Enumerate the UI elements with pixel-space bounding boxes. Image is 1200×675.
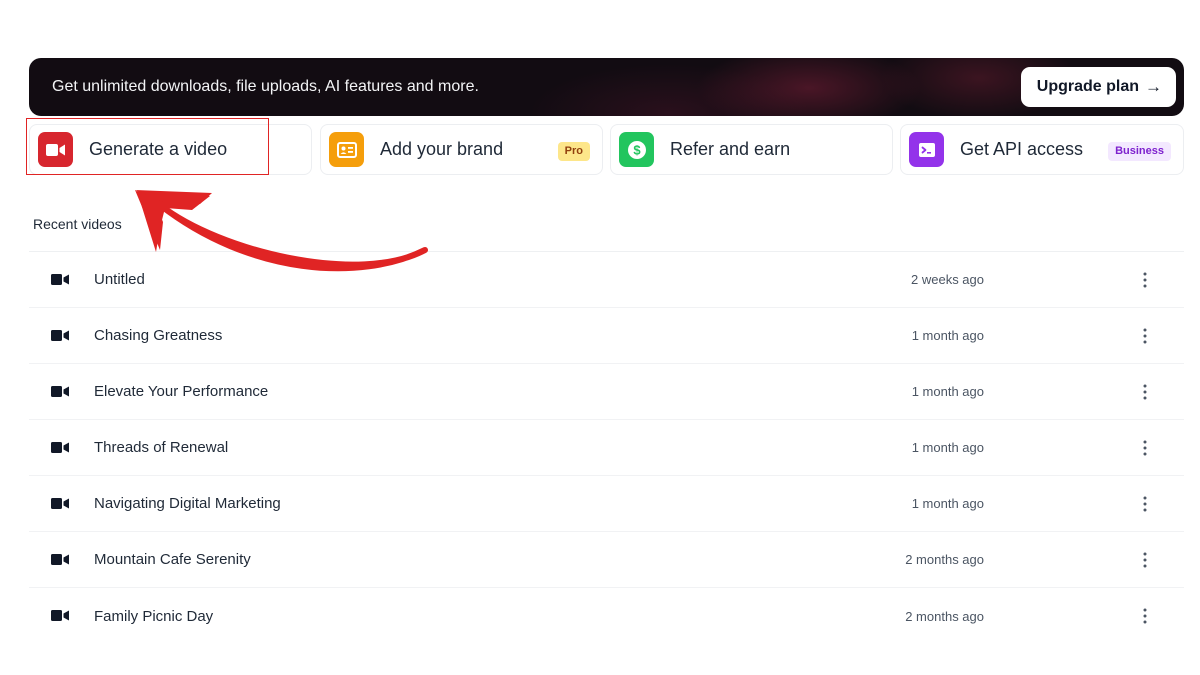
page: Get unlimited downloads, file uploads, A… <box>0 0 1200 675</box>
banner-text: Get unlimited downloads, file uploads, A… <box>52 78 479 95</box>
list-item[interactable]: Mountain Cafe Serenity 2 months ago <box>29 532 1184 588</box>
video-camera-icon <box>51 330 69 341</box>
refer-earn-label: Refer and earn <box>670 139 791 159</box>
upgrade-banner: Get unlimited downloads, file uploads, A… <box>29 58 1184 116</box>
id-card-icon <box>329 132 364 167</box>
video-camera-icon <box>51 610 69 621</box>
video-title: Family Picnic Day <box>94 607 214 625</box>
video-camera-icon <box>51 274 69 285</box>
video-camera-icon <box>51 554 69 565</box>
video-time: 1 month ago <box>911 440 984 455</box>
terminal-icon <box>909 132 944 167</box>
quick-actions: Generate a video Add your brand Pro $ Re… <box>29 124 1184 175</box>
video-title: Untitled <box>94 271 145 288</box>
svg-text:$: $ <box>633 142 641 157</box>
refer-earn-card[interactable]: $ Refer and earn <box>610 124 893 175</box>
list-item[interactable]: Elevate Your Performance 1 month ago <box>29 364 1184 420</box>
more-options-icon[interactable] <box>1134 545 1156 575</box>
more-options-icon[interactable] <box>1134 265 1156 295</box>
list-item[interactable]: Family Picnic Day 2 months ago <box>29 588 1184 644</box>
add-brand-label: Add your brand <box>380 139 504 159</box>
video-title: Elevate Your Performance <box>94 383 269 400</box>
video-time: 2 months ago <box>905 552 984 567</box>
video-time: 1 month ago <box>911 384 984 399</box>
more-options-icon[interactable] <box>1134 433 1156 463</box>
video-camera-icon <box>38 132 73 167</box>
generate-video-card[interactable]: Generate a video <box>29 124 312 175</box>
video-title: Threads of Renewal <box>94 439 229 456</box>
more-options-icon[interactable] <box>1134 377 1156 407</box>
video-time: 1 month ago <box>911 328 984 343</box>
recent-videos-list: Untitled 2 weeks ago Chasing Greatness 1… <box>29 252 1184 644</box>
upgrade-plan-label: Upgrade plan <box>1036 78 1139 95</box>
video-title: Mountain Cafe Serenity <box>94 551 251 568</box>
more-options-icon[interactable] <box>1134 489 1156 519</box>
list-item[interactable]: Navigating Digital Marketing 1 month ago <box>29 476 1184 532</box>
upgrade-plan-button[interactable]: Upgrade plan → <box>1020 67 1176 107</box>
api-access-label: Get API access <box>960 139 1084 159</box>
video-time: 2 weeks ago <box>911 272 984 287</box>
business-badge: Business <box>1108 142 1171 161</box>
generate-video-label: Generate a video <box>89 139 228 159</box>
pro-badge: Pro <box>557 142 590 161</box>
add-brand-card[interactable]: Add your brand Pro <box>320 124 603 175</box>
video-title: Chasing Greatness <box>94 327 223 344</box>
video-time: 2 months ago <box>905 608 984 624</box>
video-time: 1 month ago <box>911 496 984 511</box>
more-options-icon[interactable] <box>1134 601 1156 631</box>
recent-videos-title: Recent videos <box>33 216 122 232</box>
video-title: Navigating Digital Marketing <box>94 495 281 512</box>
video-camera-icon <box>51 498 69 509</box>
list-item[interactable]: Chasing Greatness 1 month ago <box>29 308 1184 364</box>
list-item[interactable]: Threads of Renewal 1 month ago <box>29 420 1184 476</box>
more-options-icon[interactable] <box>1134 321 1156 351</box>
video-camera-icon <box>51 386 69 397</box>
list-item[interactable]: Untitled 2 weeks ago <box>29 252 1184 308</box>
arrow-right-icon: → <box>1145 77 1162 96</box>
dollar-coin-icon: $ <box>619 132 654 167</box>
video-camera-icon <box>51 442 69 453</box>
api-access-card[interactable]: Get API access Business <box>900 124 1184 175</box>
